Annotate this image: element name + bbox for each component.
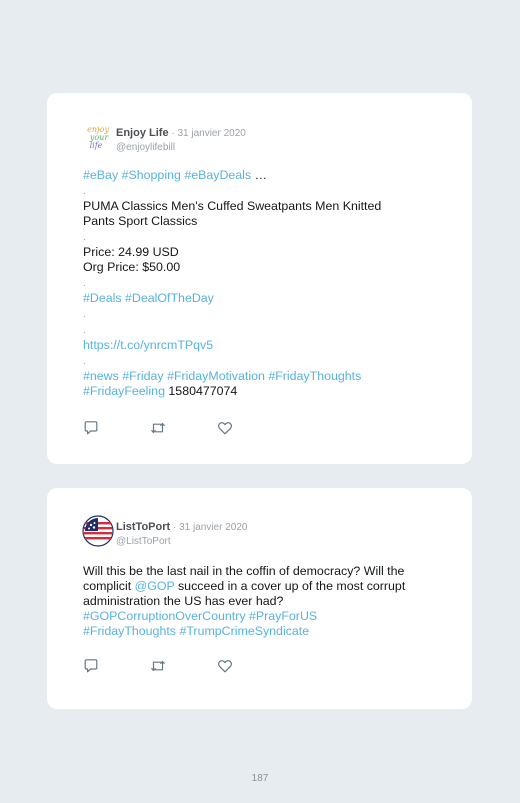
page-number: 187 [251,773,269,784]
hashtag-link[interactable]: #Shopping [122,168,181,182]
tweet-line: PUMA Classics Men's Cuffed Sweatpants Me… [83,199,423,214]
speech-bubble-icon [84,659,98,673]
avatar-word-3: life [90,141,103,150]
hashtag-link[interactable]: #eBayDeals [184,168,251,182]
tweet-date[interactable]: · 31 janvier 2020 [169,128,246,139]
tweet-text-run: Price: 24.99 USD [83,245,179,259]
tweet-text-run: administration the US has ever had? [83,594,284,608]
avatar[interactable] [82,515,114,547]
tweet-line: administration the US has ever had? [83,594,423,609]
tweet-line: Price: 24.99 USD [83,245,423,260]
retweet-button[interactable] [150,420,166,436]
reply-button[interactable] [83,420,99,436]
hashtag-link[interactable]: #Friday [122,369,163,383]
avatar[interactable]: enjoy your life [82,121,114,153]
tweet-text-run: succeed in a cover up of the most corrup… [174,579,406,593]
tweet-line: . [83,322,423,338]
hashtag-link[interactable]: #eBay [83,168,118,182]
tweet-line: . [83,183,423,199]
tweet-card: enjoy your life Enjoy Life · 31 janvier … [47,93,472,464]
tweet-text-run: complicit [83,579,135,593]
hashtag-link[interactable]: #GOPCorruptionOverCountry [83,609,246,623]
tweet-line: . [83,229,423,245]
enjoy-your-life-logo-icon: enjoy your life [82,121,114,153]
heart-icon [218,422,232,435]
tweet-text: Will this be the last nail in the coffin… [83,564,423,639]
hashtag-link[interactable]: #TrumpCrimeSyndicate [179,624,309,638]
author-name[interactable]: ListToPort [116,521,170,533]
tweet-text-run: PUMA Classics Men's Cuffed Sweatpants Me… [83,199,382,213]
author-block: Enjoy Life · 31 janvier 2020 @enjoylifeb… [116,123,246,153]
hashtag-link[interactable]: #DealOfTheDay [125,291,214,305]
like-button[interactable] [217,420,233,436]
author-block: ListToPort · 31 janvier 2020 @ListToPort [116,517,247,547]
mention-link[interactable]: @GOP [135,579,175,593]
tweet-line: #eBay #Shopping #eBayDeals … [83,168,423,183]
tweet-line: #FridayThoughts #TrumpCrimeSyndicate [83,624,423,639]
author-name[interactable]: Enjoy Life [116,127,169,139]
tweet-line: #Deals #DealOfTheDay [83,291,423,306]
retweet-arrows-icon [151,660,165,672]
hashtag-link[interactable]: #news [83,369,119,383]
tweet-text-run: Pants Sport Classics [83,214,198,228]
tweet-line: complicit @GOP succeed in a cover up of … [83,579,423,594]
tweet-line: Org Price: $50.00 [83,260,423,275]
tweet-line: . [83,275,423,291]
hashtag-link[interactable]: #PrayForUS [249,609,317,623]
tweet-line: #news #Friday #FridayMotivation #FridayT… [83,369,423,384]
hashtag-link[interactable]: #FridayFeeling [83,384,165,398]
tweet-text-run: … [251,168,267,182]
tweet-text-run: Org Price: $50.00 [83,260,181,274]
separator-dot: . [83,309,86,320]
like-button[interactable] [217,658,233,674]
separator-dot: . [83,232,86,243]
separator-dot: . [83,278,86,289]
tweet-line: #GOPCorruptionOverCountry #PrayForUS [83,609,423,624]
tweet-text: #eBay #Shopping #eBayDeals …. PUMA Classi… [83,168,423,399]
tweet-line: #FridayFeeling 1580477074 [83,384,423,399]
tweet-line: https://t.co/ynrcmTPqv5 [83,338,423,353]
retweet-arrows-icon [151,422,165,434]
separator-dot: . [83,186,86,197]
separator-dot: . [83,325,86,336]
flag-globe-logo-icon [82,515,114,547]
tweet-line: . [83,353,423,369]
author-handle[interactable]: @ListToPort [116,536,247,547]
hashtag-link[interactable]: #Deals [83,291,122,305]
tweet-card: ListToPort · 31 janvier 2020 @ListToPort… [47,488,472,709]
reply-button[interactable] [83,658,99,674]
separator-dot: . [83,356,86,367]
author-handle[interactable]: @enjoylifebill [116,142,246,153]
hashtag-link[interactable]: #FridayThoughts [268,369,361,383]
tweet-line: Will this be the last nail in the coffin… [83,564,423,579]
tweet-link[interactable]: https://t.co/ynrcmTPqv5 [83,338,213,352]
tweet-line: Pants Sport Classics [83,214,423,229]
speech-bubble-icon [84,421,98,435]
tweet-text-run: Will this be the last nail in the coffin… [83,564,405,578]
hashtag-link[interactable]: #FridayThoughts [83,624,176,638]
tweet-date[interactable]: · 31 janvier 2020 [170,522,248,533]
hashtag-link[interactable]: #FridayMotivation [167,369,265,383]
tweet-line: . [83,306,423,322]
tweet-text-run: 1580477074 [164,384,238,398]
retweet-button[interactable] [150,658,166,674]
heart-icon [218,660,232,673]
